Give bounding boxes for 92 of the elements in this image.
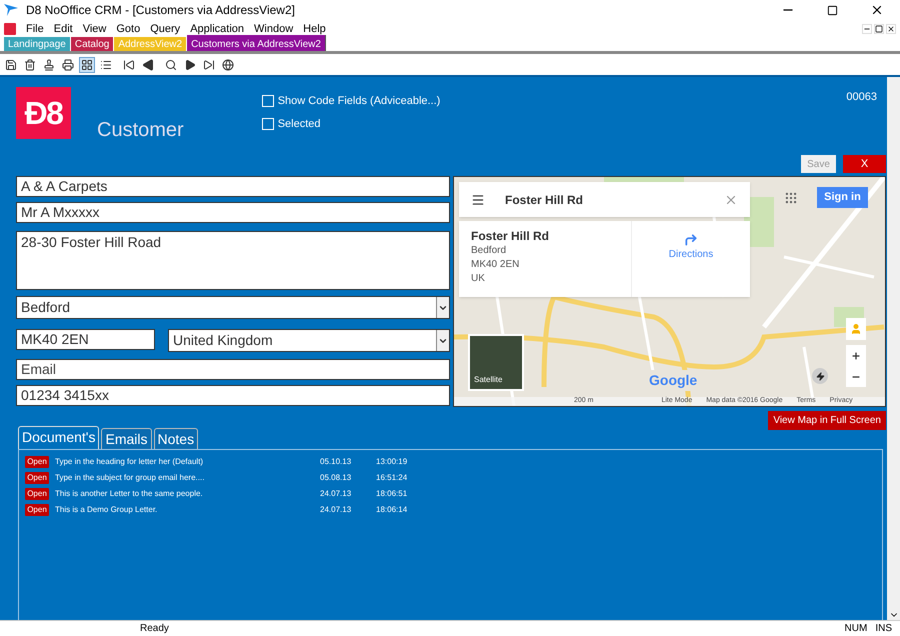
text-field[interactable]: A & A Carpets (16, 176, 450, 197)
lightning-icon (816, 372, 824, 380)
open-button[interactable]: Open (25, 504, 49, 516)
text-field[interactable]: Mr A Mxxxxx (16, 202, 450, 223)
app-logo-icon (4, 4, 18, 16)
close-button[interactable]: X (843, 155, 886, 173)
window-title: D8 NoOffice CRM - [Customers via AddressView2] (26, 2, 295, 19)
toolbar-button[interactable] (22, 56, 38, 72)
checkbox-option[interactable]: Show Code Fields (Adviceable...) (262, 93, 440, 110)
view-tab[interactable]: Catalog (70, 37, 114, 51)
dropdown-field[interactable]: United Kingdom (168, 329, 450, 352)
open-button[interactable]: Open (25, 472, 49, 484)
status-message: Ready (140, 622, 170, 636)
document-time: 18:06:14 (376, 504, 408, 516)
document-date: 24.07.13 (320, 504, 352, 516)
document-date: 05.08.13 (320, 472, 352, 484)
document-date: 05.10.13 (320, 456, 352, 468)
document-title: This is another Letter to the same people. (55, 488, 204, 500)
document-tab[interactable]: Document's (18, 426, 100, 449)
sign-in-button[interactable]: Sign in (817, 187, 868, 208)
print-icon (62, 58, 74, 70)
open-button[interactable]: Open (25, 456, 49, 468)
save-icon (5, 58, 17, 70)
maximize-icon[interactable] (827, 4, 838, 16)
toolbar-button[interactable] (220, 56, 236, 72)
toolbar-button[interactable] (79, 56, 95, 72)
toolbar-button[interactable] (60, 56, 76, 72)
google-logo: Google (647, 370, 700, 391)
vertical-scrollbar[interactable] (887, 77, 900, 620)
document-date: 24.07.13 (320, 488, 352, 500)
zoom-control[interactable] (846, 345, 866, 387)
person-icon (850, 323, 862, 335)
satellite-toggle[interactable]: Satellite (468, 334, 524, 391)
directions-link[interactable]: Directions (668, 247, 714, 262)
document-title: Type in the heading for letter her (Default) (55, 456, 204, 468)
map-search-text: Foster Hill Rd (505, 192, 584, 208)
dropdown-field[interactable]: Bedford (16, 296, 450, 319)
apps-grid-icon[interactable] (784, 191, 798, 205)
form-title: Customer (97, 118, 184, 143)
menu-item[interactable]: Query (150, 20, 180, 38)
text-field[interactable]: Email (16, 359, 450, 380)
place-address-line: MK40 2EN (471, 258, 520, 272)
checkbox[interactable] (262, 95, 274, 108)
lightning-button[interactable] (812, 368, 828, 384)
menu-icon[interactable] (471, 192, 485, 206)
form-view-icon (81, 58, 93, 70)
open-button[interactable]: Open (25, 488, 49, 500)
text-field[interactable]: 01234 3415xx (16, 385, 450, 406)
checkbox-option[interactable]: Selected (262, 116, 440, 132)
trash-icon (24, 58, 36, 70)
zoom-in-icon[interactable] (851, 350, 861, 360)
menu-item[interactable]: Goto (116, 20, 140, 38)
status-indicator: INS (875, 622, 892, 636)
place-title: Foster Hill Rd (471, 228, 550, 244)
logo: Ð8 (16, 87, 71, 139)
stamp-icon (43, 58, 55, 70)
document-title: This is a Demo Group Letter. (55, 504, 158, 516)
menu-item[interactable]: View (82, 20, 106, 38)
search-icon (165, 58, 177, 70)
toolbar-button[interactable] (140, 56, 156, 72)
text-field[interactable]: MK40 2EN (16, 329, 155, 350)
place-address-line: Bedford (471, 244, 508, 258)
menu-item[interactable]: Help (303, 20, 326, 38)
document-tab[interactable]: Emails (101, 428, 152, 449)
checkbox[interactable] (262, 118, 274, 130)
menu-item[interactable]: Window (254, 20, 294, 38)
minimize-icon[interactable] (862, 24, 872, 34)
document-time: 16:51:24 (376, 472, 408, 484)
document-tab[interactable]: Notes (154, 428, 198, 449)
menu-item[interactable]: File (26, 20, 44, 38)
document-title: Type in the subject for group email here.... (55, 472, 206, 484)
full-screen-map-button[interactable]: View Map in Full Screen (768, 411, 886, 430)
menu-item[interactable]: Edit (54, 20, 73, 38)
globe-icon (222, 58, 234, 70)
document-time: 13:00:19 (376, 456, 408, 468)
status-indicator: NUM (844, 622, 868, 636)
document-time: 18:06:51 (376, 488, 408, 500)
next-icon (184, 58, 196, 70)
record-number: 00063 (846, 90, 877, 105)
map-search-box[interactable]: Foster Hill Rd (459, 182, 750, 217)
close-icon[interactable] (870, 3, 884, 17)
directions-icon[interactable] (684, 233, 698, 247)
document-icon (4, 23, 16, 35)
first-record-icon (123, 58, 135, 70)
restore-icon[interactable] (874, 24, 884, 34)
last-record-icon (203, 58, 215, 70)
previous-icon (142, 58, 154, 70)
menu-item[interactable]: Application (190, 20, 244, 38)
view-tab[interactable]: Customers via AddressView2 (187, 35, 326, 51)
address-field[interactable]: 28-30 Foster Hill Road (16, 231, 450, 290)
close-icon[interactable] (886, 24, 896, 34)
place-address-line: UK (471, 272, 486, 286)
